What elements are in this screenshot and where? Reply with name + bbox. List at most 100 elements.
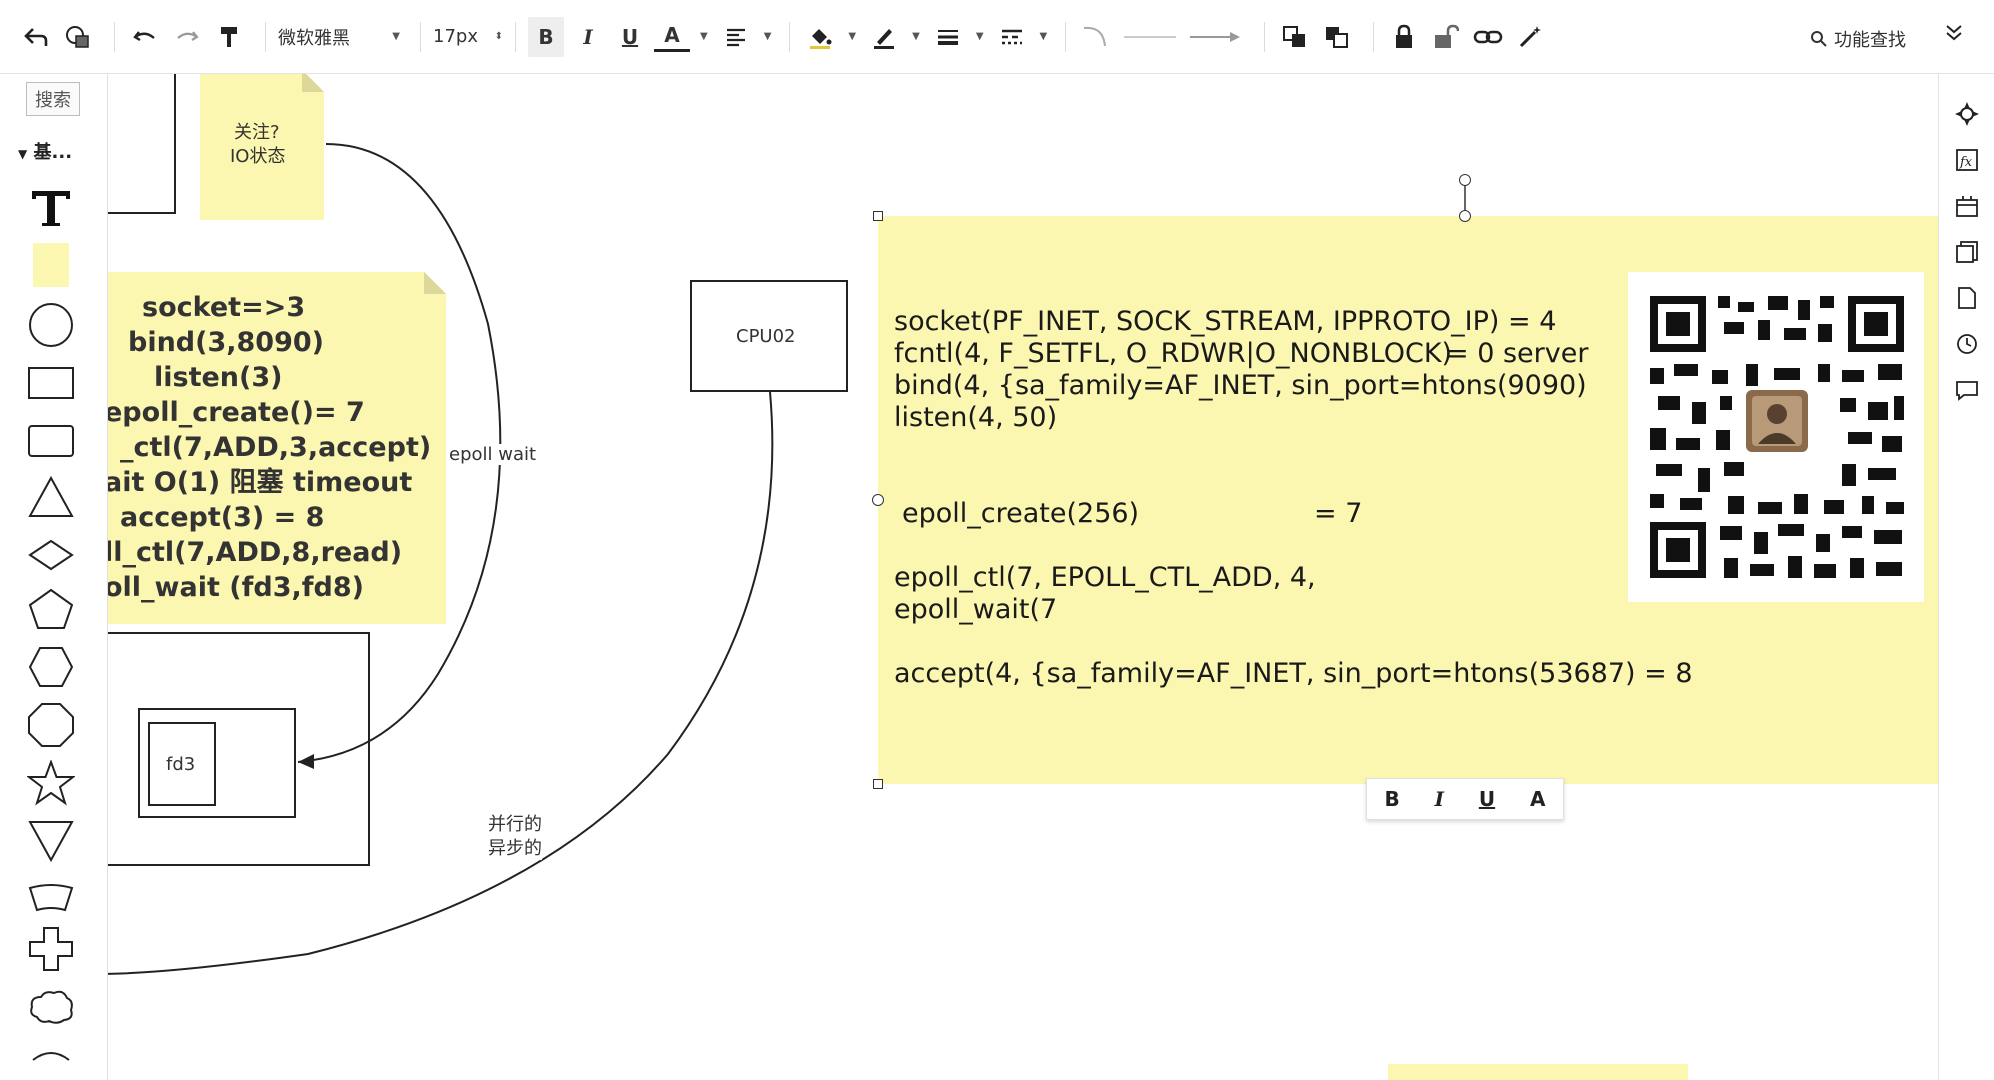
- inline-underline-button[interactable]: U: [1479, 787, 1495, 811]
- shape-hexagon[interactable]: [26, 644, 76, 690]
- shape-inverted-triangle[interactable]: [26, 818, 76, 864]
- font-size-stepper[interactable]: 17px ⬍: [433, 26, 503, 47]
- sticky-note-io-state[interactable]: 关注? IO状态: [200, 74, 324, 220]
- qr-code-image: [1628, 272, 1924, 602]
- shape-rectangle[interactable]: [26, 360, 76, 406]
- unlock-icon[interactable]: [1428, 17, 1464, 57]
- shape-diamond[interactable]: [26, 532, 76, 578]
- resize-handle-bottom-left[interactable]: [873, 779, 883, 789]
- underline-button[interactable]: U: [612, 17, 648, 57]
- trace-line: listen(4, 50): [894, 402, 1058, 433]
- sticky-note-epoll-steps[interactable]: socket=>3 bind(3,8090) listen(3) epoll_c…: [108, 272, 446, 624]
- pages-icon[interactable]: [1953, 238, 1981, 266]
- font-family-select[interactable]: 微软雅黑 ▼: [278, 24, 408, 50]
- fd3-box[interactable]: fd3: [148, 722, 216, 806]
- inline-color-button[interactable]: A: [1530, 787, 1545, 811]
- shape-rounded-rectangle[interactable]: [26, 418, 76, 464]
- line-width-icon[interactable]: [930, 17, 966, 57]
- top-toolbar: 微软雅黑 ▼ 17px ⬍ B I U A ▼ ▼ ▼ ▼ ▼ ▼ 功能查找: [0, 0, 1994, 74]
- trace-line: epoll_wait(7: [894, 594, 1058, 625]
- shape-circle[interactable]: [26, 302, 76, 348]
- shape-sticky-note[interactable]: [26, 242, 76, 288]
- document-icon[interactable]: [1953, 284, 1981, 312]
- shape-search-input[interactable]: 搜索: [26, 82, 80, 116]
- note-line: epoll_create()= 7: [108, 397, 365, 428]
- sticky-note-partial[interactable]: [1388, 1064, 1688, 1080]
- chevron-down-icon[interactable]: ▼: [912, 31, 920, 42]
- parallel-label: 并行的: [488, 810, 542, 836]
- note-code-lines: socket=>3 bind(3,8090) listen(3) epoll_c…: [108, 290, 438, 605]
- shape-cross[interactable]: [26, 926, 76, 972]
- svg-text:fx: fx: [1959, 155, 1973, 170]
- triangle-down-icon: ▼: [18, 147, 28, 161]
- chevron-down-icon[interactable]: [1944, 22, 1964, 48]
- magic-wand-icon[interactable]: [1512, 17, 1548, 57]
- connector-curve-icon[interactable]: [1078, 17, 1114, 57]
- send-back-icon[interactable]: [1319, 17, 1355, 57]
- bold-button[interactable]: B: [528, 16, 564, 57]
- feature-search[interactable]: 功能查找: [1810, 26, 1906, 52]
- trace-line: = 7: [1314, 498, 1363, 529]
- data-icon[interactable]: [1953, 192, 1981, 220]
- redo-icon[interactable]: [169, 17, 205, 57]
- note-line: listen(3): [154, 362, 283, 393]
- style-icon[interactable]: [60, 17, 96, 57]
- drawing-canvas[interactable]: 关注? IO状态 socket=>3 bind(3,8090) listen(3…: [108, 74, 1938, 1080]
- align-icon[interactable]: [718, 17, 754, 57]
- format-painter-icon[interactable]: [211, 17, 247, 57]
- history-icon[interactable]: [1953, 330, 1981, 358]
- shape-rectangle-partial[interactable]: [108, 74, 176, 214]
- formula-icon[interactable]: fx: [1953, 146, 1981, 174]
- inline-bold-button[interactable]: B: [1384, 787, 1399, 811]
- chevron-down-icon[interactable]: ▼: [1040, 31, 1048, 42]
- chevron-down-icon[interactable]: ▼: [700, 31, 708, 42]
- chevron-down-icon[interactable]: ▼: [976, 31, 984, 42]
- italic-button[interactable]: I: [570, 17, 606, 57]
- chevron-down-icon[interactable]: ▼: [764, 31, 772, 42]
- shape-star[interactable]: [26, 760, 76, 806]
- lock-icon[interactable]: [1386, 17, 1422, 57]
- undo-icon[interactable]: [127, 17, 163, 57]
- shape-partial[interactable]: [26, 1036, 76, 1072]
- toolbar-divider: [420, 21, 421, 52]
- trace-line: epoll_ctl(7, EPOLL_CTL_ADD, 4,: [894, 562, 1316, 593]
- chevron-down-icon[interactable]: ▼: [848, 31, 856, 42]
- category-toggle[interactable]: ▼ 基...: [18, 138, 72, 164]
- toolbar-divider: [1373, 21, 1375, 52]
- cpu02-box[interactable]: CPU02: [690, 280, 848, 392]
- shape-cloud[interactable]: [26, 984, 76, 1030]
- trace-line: fcntl(4, F_SETFL, O_RDWR|O_NONBLOCK): [894, 338, 1453, 369]
- line-color-icon[interactable]: [866, 17, 902, 57]
- shape-pentagon[interactable]: [26, 586, 76, 632]
- line-style-icon[interactable]: [994, 17, 1030, 57]
- shape-text[interactable]: [26, 184, 76, 230]
- resize-handle-top-left[interactable]: [873, 211, 883, 221]
- async-label: 异步的: [488, 834, 542, 860]
- note-line: socket=>3: [142, 292, 306, 323]
- fill-color-icon[interactable]: [802, 17, 838, 57]
- toolbar-divider: [1264, 21, 1266, 52]
- toolbar-divider: [265, 21, 266, 52]
- shape-trapezoid-arc[interactable]: [26, 874, 76, 920]
- font-family-value: 微软雅黑: [278, 27, 350, 49]
- link-icon[interactable]: [1470, 17, 1506, 57]
- cpu02-label: CPU02: [736, 326, 796, 347]
- arrow-end-icon[interactable]: [1186, 17, 1246, 57]
- shape-triangle[interactable]: [26, 474, 76, 520]
- rotate-handle-icon[interactable]: [1459, 174, 1471, 186]
- trace-line: socket(PF_INET, SOCK_STREAM, IPPROTO_IP)…: [894, 306, 1557, 337]
- toolbar-divider: [1065, 21, 1067, 52]
- bring-front-icon[interactable]: [1277, 17, 1313, 57]
- shape-library-panel: 搜索 ▼ 基...: [0, 74, 108, 1080]
- stepper-icon: ⬍: [494, 31, 503, 42]
- navigator-icon[interactable]: [1953, 100, 1981, 128]
- comment-icon[interactable]: [1953, 376, 1981, 404]
- shape-octagon[interactable]: [26, 702, 76, 748]
- epoll-wait-label: epoll wait: [449, 444, 537, 465]
- resize-handle-left[interactable]: [872, 494, 884, 506]
- connector-line-icon[interactable]: [1120, 17, 1180, 57]
- back-icon[interactable]: [18, 17, 54, 57]
- font-color-button[interactable]: A: [654, 22, 690, 52]
- note-line: accept(3) = 8: [120, 502, 325, 533]
- inline-italic-button[interactable]: I: [1435, 787, 1444, 811]
